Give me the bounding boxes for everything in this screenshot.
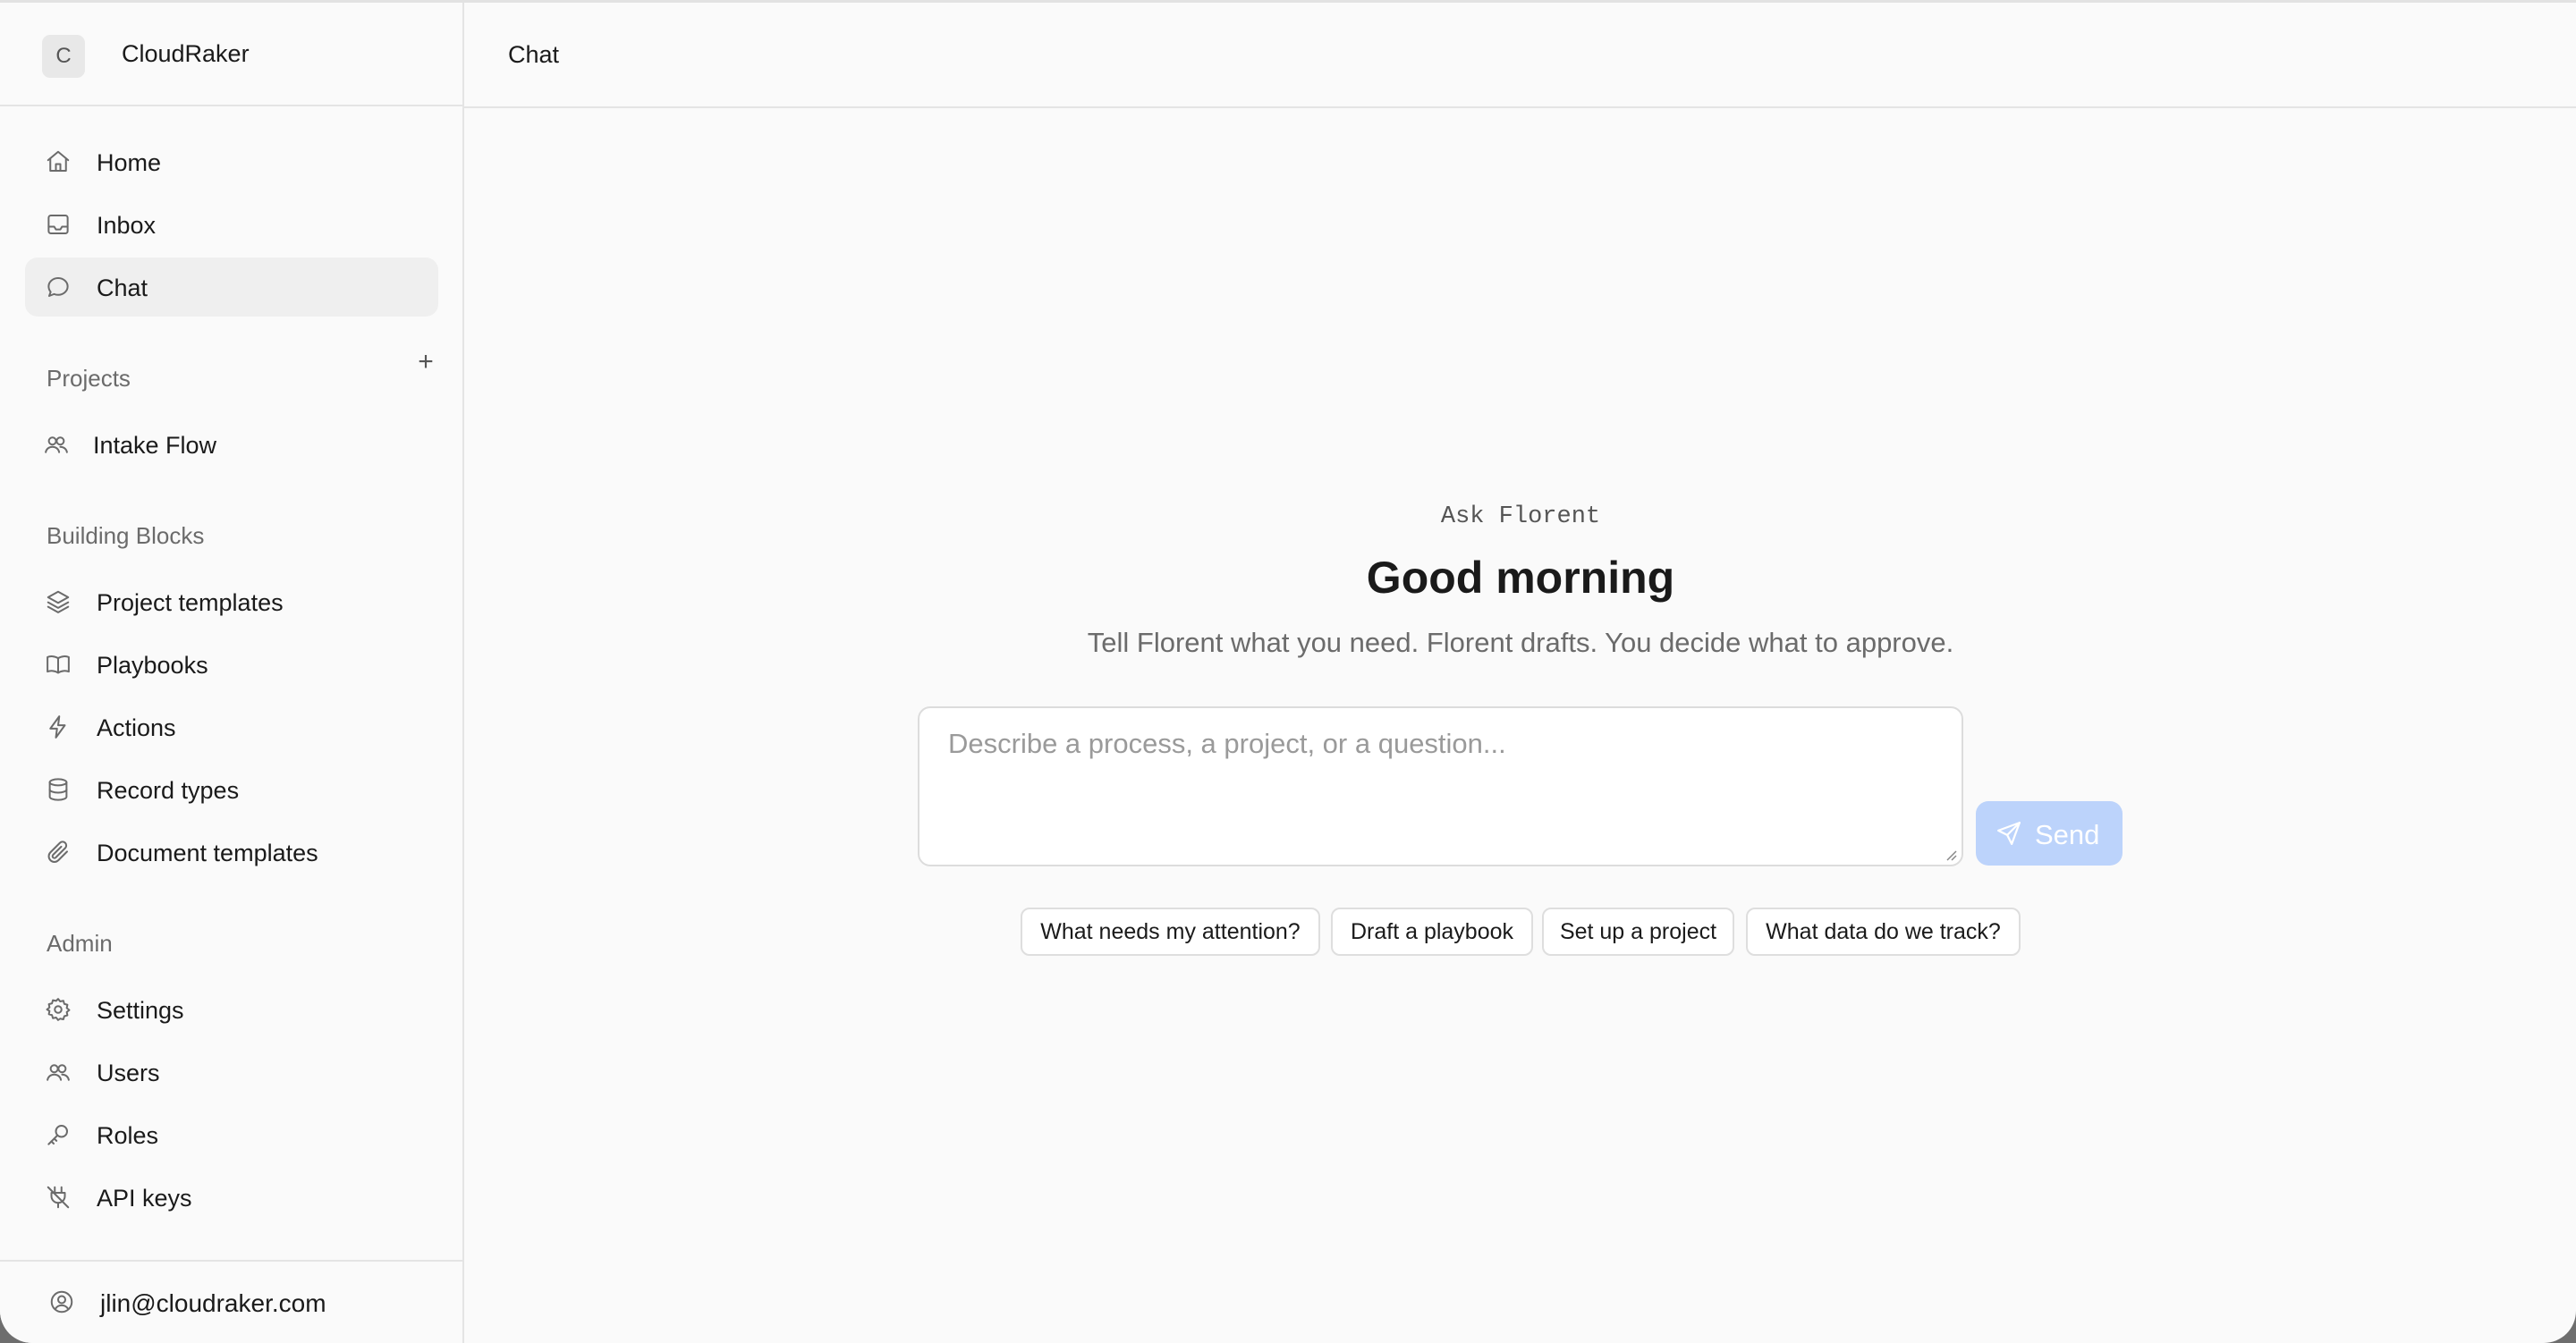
send-label: Send [2035,819,2100,850]
layers-icon [45,588,72,615]
sidebar-item-label: Playbooks [97,652,208,679]
sidebar-item-chat[interactable]: Chat [25,258,438,317]
sidebar-item-label: Home [97,149,162,176]
sidebar-item-intake-flow[interactable]: Intake Flow [25,415,438,474]
hero-kicker: Ask Florent [1440,503,1601,530]
section-title-projects: Projects [47,365,131,392]
app-window: C CloudRaker Home Inbox Chat Projects + [0,0,2576,1343]
sidebar-item-project-templates[interactable]: Project templates [25,572,438,631]
sidebar-item-label: Document templates [97,840,318,866]
database-icon [45,776,72,803]
sidebar-item-roles[interactable]: Roles [25,1105,438,1164]
user-circle-icon [48,1288,75,1315]
gear-icon [45,996,72,1023]
sidebar-item-label: Project templates [97,589,284,616]
user-email: jlin@cloudraker.com [100,1289,326,1317]
workspace-name: CloudRaker [122,40,250,67]
sidebar-item-record-types[interactable]: Record types [25,760,438,819]
section-title-building-blocks: Building Blocks [47,522,205,549]
section-title-admin: Admin [47,930,113,957]
chat-icon [45,274,72,300]
sidebar-item-label: Actions [97,714,176,741]
sidebar-item-label: Intake Flow [93,432,217,459]
send-icon [1996,820,2022,847]
send-button[interactable]: Send [1976,801,2123,866]
suggestion-chip-data[interactable]: What data do we track? [1746,908,2021,956]
sidebar-item-settings[interactable]: Settings [25,980,438,1039]
lightning-icon [45,714,72,740]
paperclip-icon [45,839,72,866]
suggestion-chip-project[interactable]: Set up a project [1542,908,1734,956]
sidebar-item-label: Roles [97,1122,159,1149]
resize-handle-icon[interactable] [1943,847,1957,861]
home-icon [45,148,72,175]
sidebar-item-api-keys[interactable]: API keys [25,1168,438,1227]
sidebar-item-users[interactable]: Users [25,1043,438,1102]
workspace-switcher[interactable]: C CloudRaker [0,3,462,106]
hero-title: Good morning [1366,553,1675,603]
user-menu[interactable]: jlin@cloudraker.com [0,1260,462,1343]
key-icon [45,1121,72,1148]
add-project-button[interactable]: + [411,348,440,376]
hero-subtitle: Tell Florent what you need. Florent draf… [1087,627,1954,658]
sidebar-item-actions[interactable]: Actions [25,697,438,756]
sidebar-item-home[interactable]: Home [25,132,438,191]
sidebar-item-label: Chat [97,275,148,301]
plug-icon [45,1184,72,1211]
prompt-input[interactable] [918,706,1963,866]
sidebar-item-inbox[interactable]: Inbox [25,195,438,254]
sidebar-item-playbooks[interactable]: Playbooks [25,635,438,694]
sidebar: C CloudRaker Home Inbox Chat Projects + [0,3,464,1343]
suggestion-chip-playbook[interactable]: Draft a playbook [1331,908,1533,956]
sidebar-item-label: Inbox [97,212,157,239]
sidebar-item-label: API keys [97,1185,192,1212]
sidebar-item-document-templates[interactable]: Document templates [25,823,438,882]
sidebar-item-label: Settings [97,997,184,1024]
book-icon [45,651,72,678]
sidebar-item-label: Users [97,1060,160,1086]
suggestion-chip-attention[interactable]: What needs my attention? [1021,908,1320,956]
users-icon [45,1059,72,1085]
inbox-icon [45,211,72,238]
sidebar-item-label: Record types [97,777,240,804]
workspace-avatar: C [42,35,85,78]
users-icon [43,431,70,458]
page-title: Chat [508,41,560,68]
main-header: Chat [464,3,2576,108]
